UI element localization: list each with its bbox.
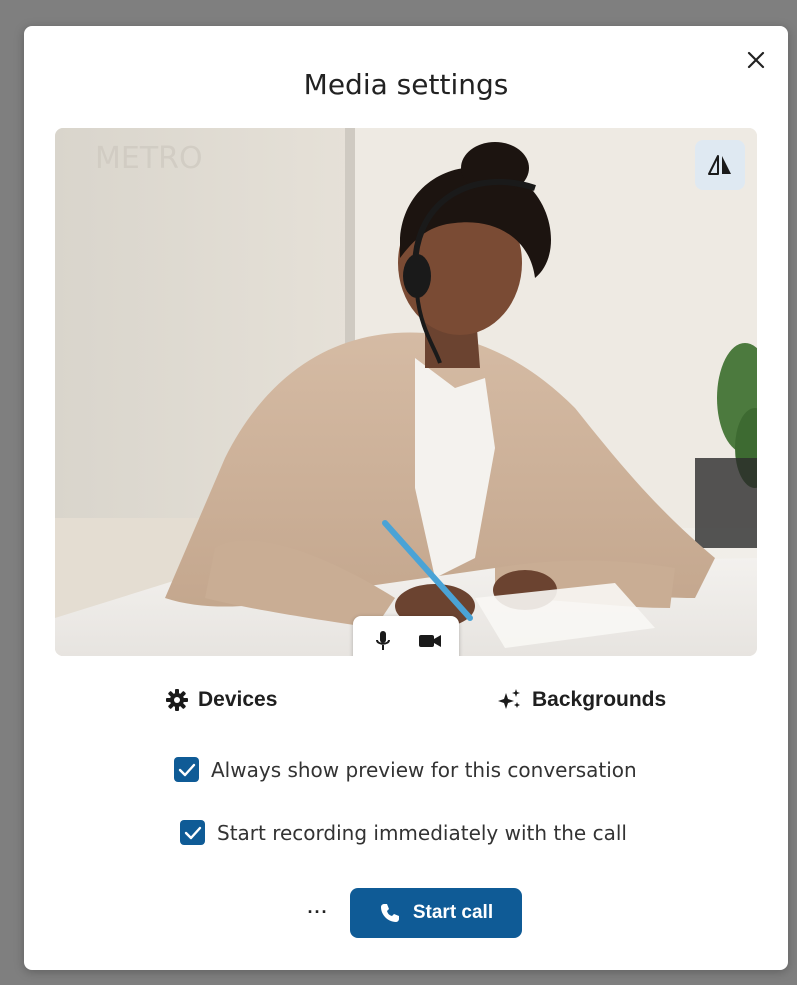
always-show-preview-checkbox[interactable]: [174, 757, 199, 782]
camera-preview: METRO: [55, 128, 757, 656]
phone-icon: [380, 904, 399, 922]
microphone-icon: [375, 631, 390, 650]
mirror-icon: [708, 155, 731, 175]
dialog-title: Media settings: [303, 68, 509, 101]
start-recording-option: Start recording immediately with the cal…: [180, 820, 627, 845]
media-options: Devices Backgrounds: [24, 688, 788, 728]
microphone-toggle[interactable]: [365, 623, 401, 656]
start-recording-checkbox[interactable]: [180, 820, 205, 845]
media-controls: [353, 616, 459, 656]
start-call-label: Start call: [412, 902, 494, 923]
always-show-preview-label: Always show preview for this conversatio…: [211, 757, 637, 782]
media-settings-dialog: Media settings METRO Devices Backgrounds…: [24, 26, 788, 970]
mirror-video-button[interactable]: [695, 140, 745, 190]
start-call-button[interactable]: Start call: [350, 888, 522, 938]
camera-toggle[interactable]: [412, 623, 448, 656]
camera-preview-image: METRO: [55, 128, 757, 656]
gear-icon: [166, 689, 188, 711]
dialog-footer: ··· Start call: [24, 888, 788, 940]
video-camera-icon: [418, 635, 441, 647]
backgrounds-button[interactable]: Backgrounds: [496, 688, 666, 712]
backgrounds-label: Backgrounds: [532, 688, 667, 711]
checkmark-icon: [178, 763, 195, 776]
always-show-preview-option: Always show preview for this conversatio…: [174, 757, 637, 782]
checkmark-icon: [184, 826, 201, 839]
close-icon: [747, 51, 765, 69]
svg-text:METRO: METRO: [95, 141, 203, 176]
devices-button[interactable]: Devices: [166, 688, 277, 712]
more-options-button[interactable]: ···: [304, 898, 332, 926]
sparkle-icon: [498, 689, 520, 709]
devices-label: Devices: [198, 688, 278, 711]
start-recording-label: Start recording immediately with the cal…: [217, 820, 627, 845]
